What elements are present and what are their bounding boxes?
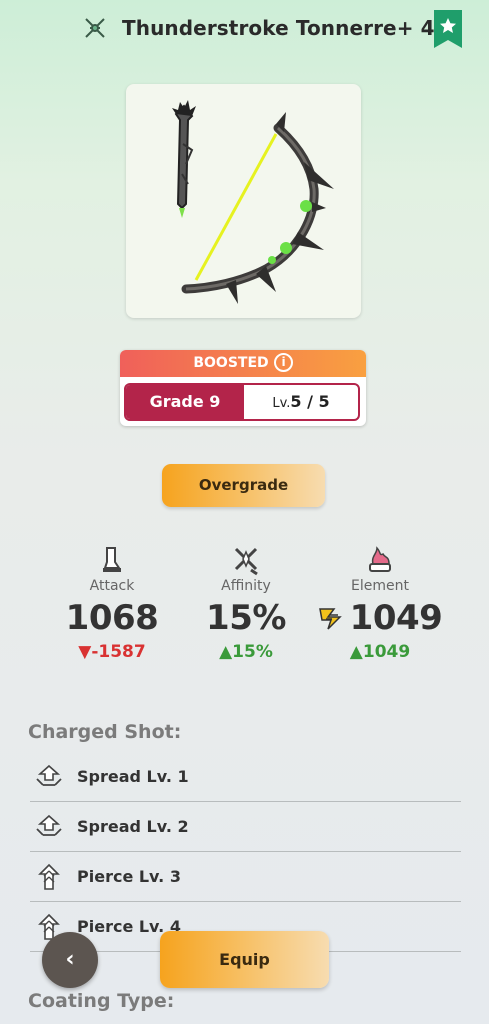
grade-row: Grade 9 Lv.5 / 5 bbox=[124, 383, 360, 421]
charged-shot-title: Charged Shot: bbox=[28, 721, 182, 743]
equip-button[interactable]: Equip bbox=[160, 931, 329, 988]
bow-weapon-image bbox=[172, 100, 334, 304]
weapon-image-card bbox=[126, 84, 361, 318]
attack-change: ▼-1587 bbox=[78, 642, 146, 662]
affinity-value: 15% bbox=[206, 598, 286, 638]
thunder-element-icon bbox=[318, 608, 342, 630]
pierce-shot-icon bbox=[38, 863, 60, 890]
attack-value: 1068 bbox=[65, 598, 159, 638]
coating-type-title: Coating Type: bbox=[28, 990, 175, 1012]
attack-label: Attack bbox=[89, 578, 135, 594]
grade-panel: BOOSTED i Grade 9 Lv.5 / 5 bbox=[120, 350, 366, 426]
shot-label: Pierce Lv. 3 bbox=[77, 867, 181, 886]
element-label: Element bbox=[351, 578, 409, 594]
star-bookmark-icon[interactable] bbox=[434, 10, 462, 48]
affinity-label: Affinity bbox=[221, 578, 271, 594]
grade-label: Grade 9 bbox=[126, 385, 244, 419]
level-value: 5 / 5 bbox=[290, 392, 330, 411]
affinity-change: ▲15% bbox=[219, 642, 273, 662]
level-indicator: Lv.5 / 5 bbox=[244, 385, 358, 419]
element-value: 1049 bbox=[349, 598, 443, 638]
shot-label: Spread Lv. 1 bbox=[77, 767, 189, 786]
affinity-icon bbox=[234, 547, 258, 576]
page-title: Thunderstroke Tonnerre+ 4 bbox=[122, 16, 435, 40]
attack-stat: Attack 1068 ▼-1587 bbox=[42, 546, 182, 662]
level-prefix: Lv. bbox=[272, 396, 291, 411]
attack-sword-icon bbox=[103, 547, 121, 572]
overgrade-button[interactable]: Overgrade bbox=[162, 464, 325, 507]
bow-icon bbox=[85, 18, 105, 38]
shot-label: Spread Lv. 2 bbox=[77, 817, 189, 836]
list-item: Pierce Lv. 3 bbox=[30, 852, 461, 902]
element-value-row: 1049 bbox=[318, 598, 443, 638]
element-stat: Element 1049 ▲1049 bbox=[310, 546, 450, 662]
affinity-stat: Affinity 15% ▲15% bbox=[176, 546, 316, 662]
spread-shot-icon bbox=[36, 814, 62, 836]
boosted-banner: BOOSTED i bbox=[120, 350, 366, 377]
list-item: Spread Lv. 2 bbox=[30, 802, 461, 852]
info-icon[interactable]: i bbox=[274, 353, 293, 372]
spread-shot-icon bbox=[36, 764, 62, 786]
boosted-label: BOOSTED bbox=[193, 355, 269, 371]
header: Thunderstroke Tonnerre+ 4 bbox=[0, 0, 489, 60]
back-button[interactable]: ‹ bbox=[42, 932, 98, 988]
element-change: ▲1049 bbox=[349, 642, 411, 662]
list-item: Spread Lv. 1 bbox=[30, 752, 461, 802]
element-fire-icon bbox=[369, 546, 391, 572]
